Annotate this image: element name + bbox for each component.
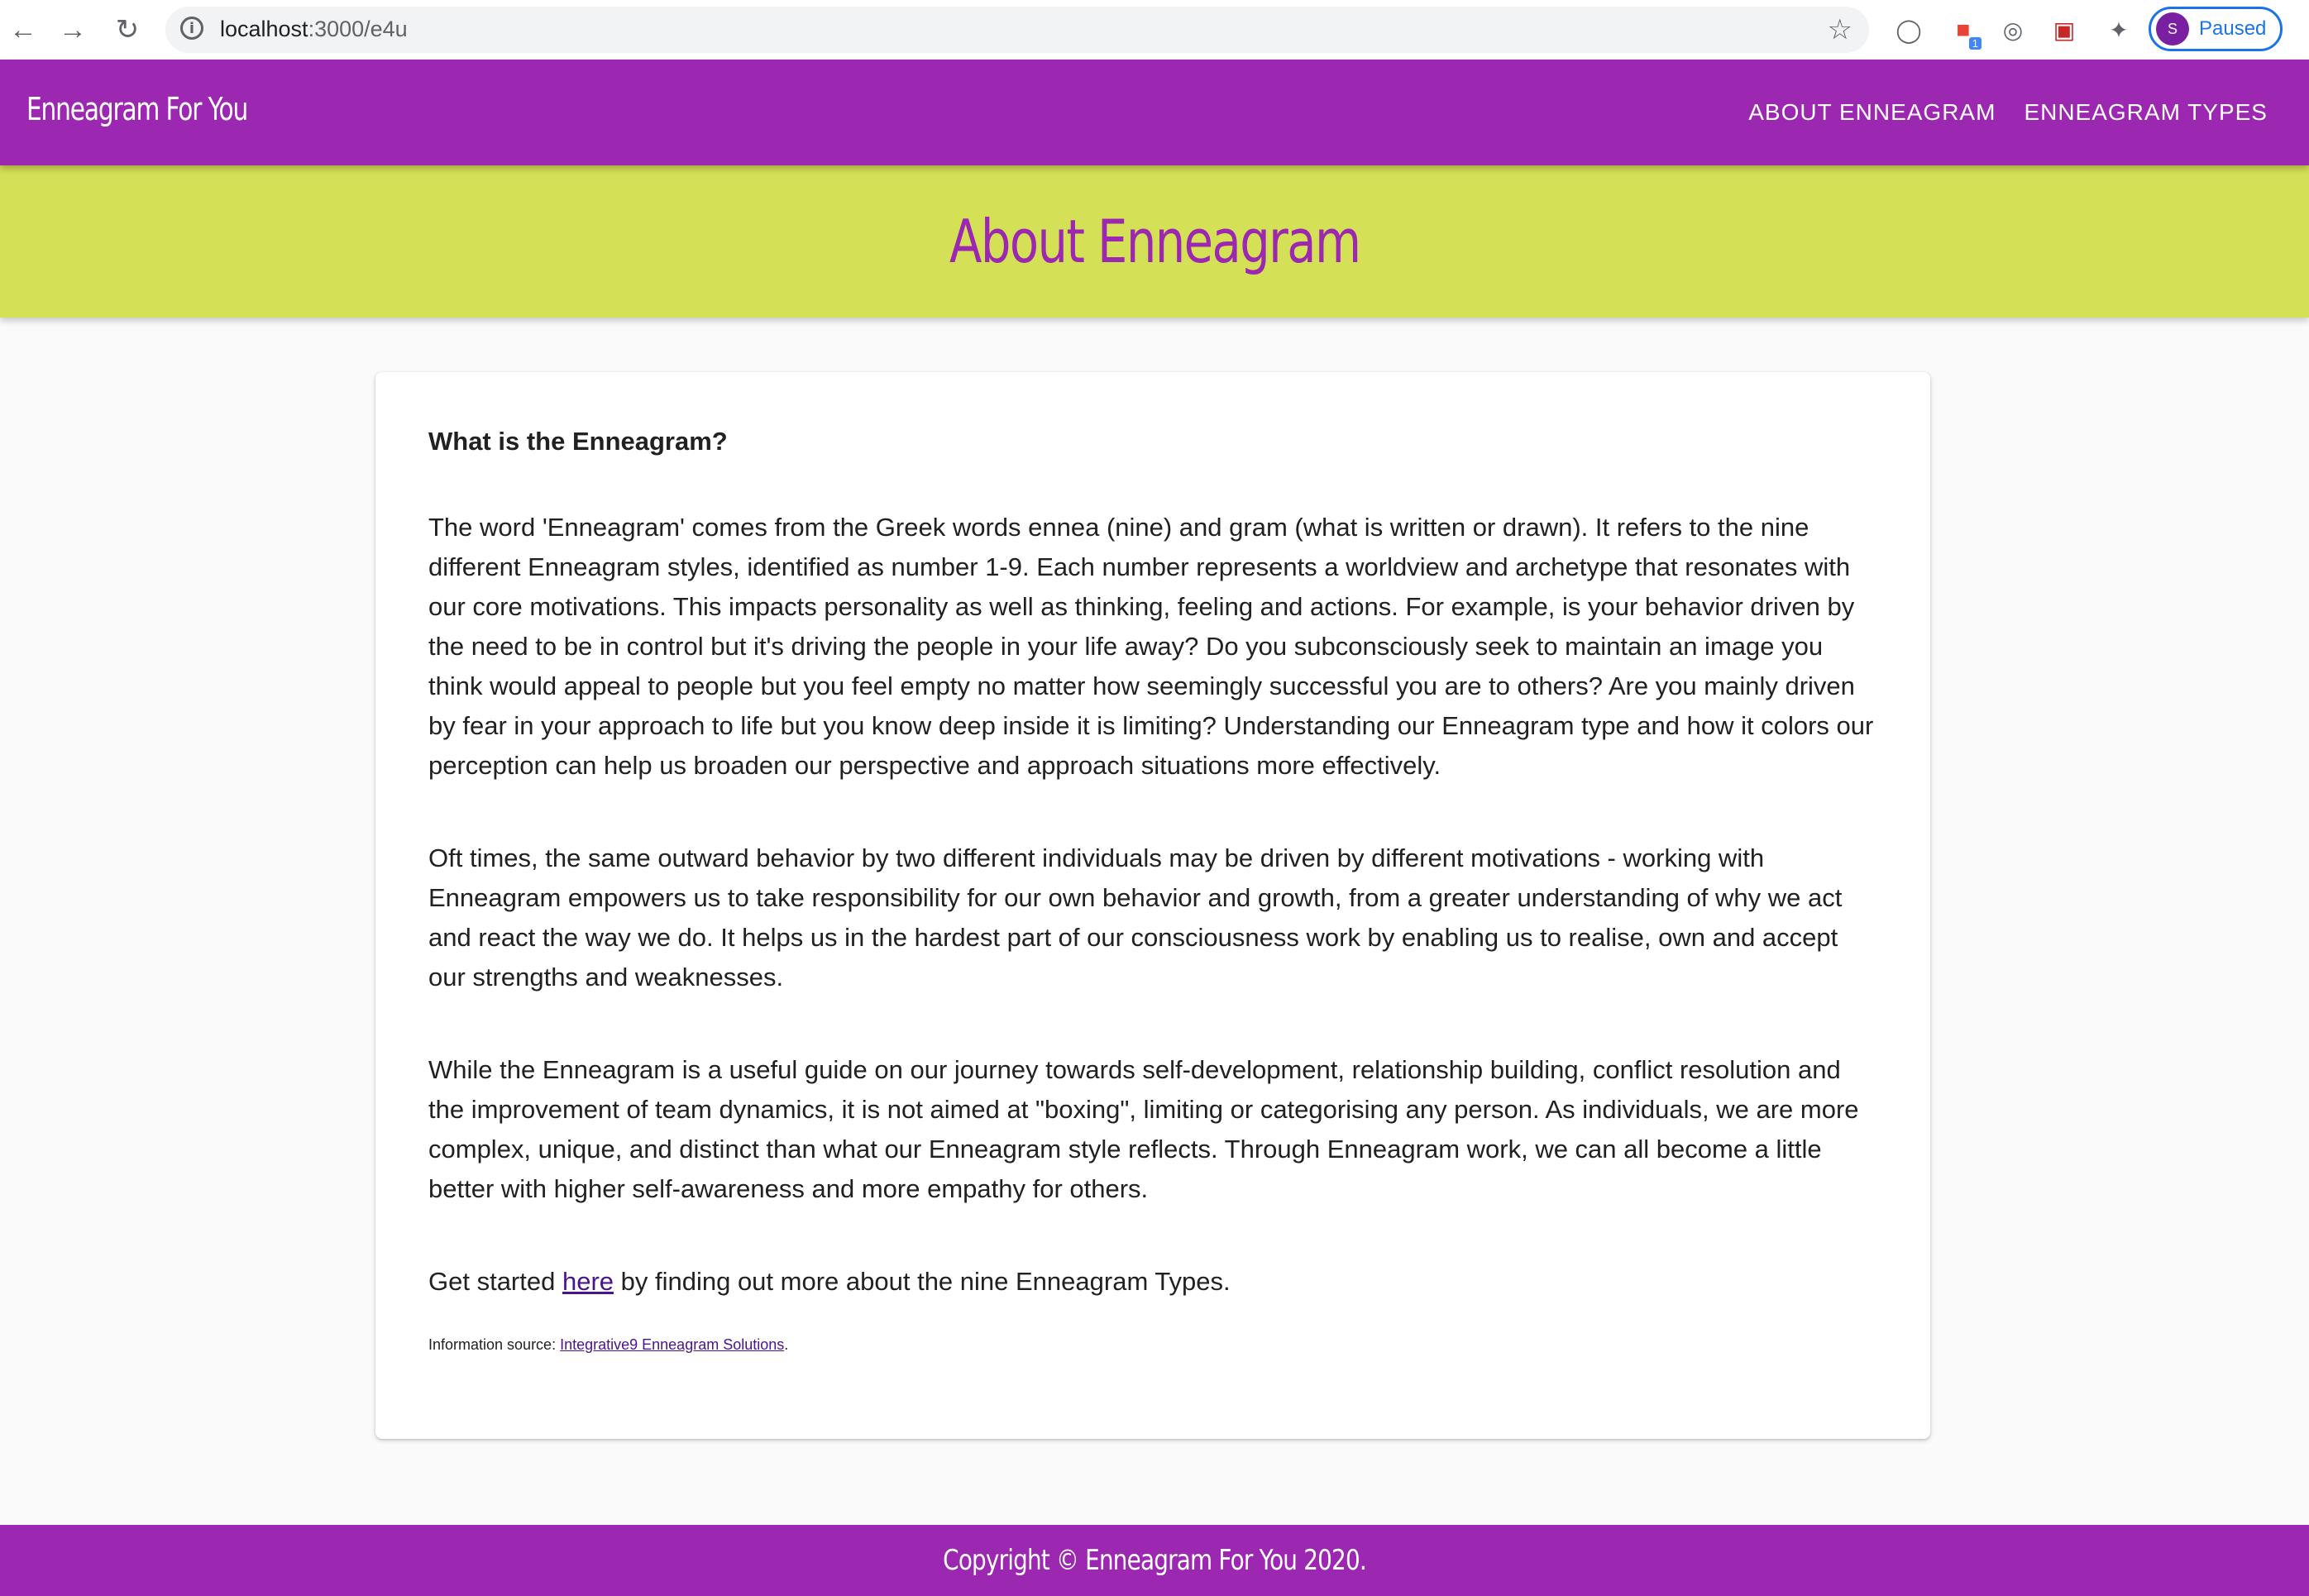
back-arrow-icon[interactable]: ← bbox=[5, 12, 41, 48]
profile-status: Paused bbox=[2199, 17, 2267, 40]
profile-button[interactable]: S Paused bbox=[2149, 7, 2283, 51]
bookmark-star-icon[interactable]: ☆ bbox=[1828, 13, 1852, 46]
address-url[interactable]: localhost:3000/e4u bbox=[220, 17, 408, 42]
get-started-link[interactable]: here bbox=[562, 1267, 614, 1296]
page-footer: Copyright © Enneagram For You 2020. bbox=[0, 1525, 2309, 1596]
extensions-puzzle-icon[interactable]: ✦ bbox=[2104, 15, 2134, 45]
brand-title[interactable]: Enneagram For You bbox=[26, 91, 248, 127]
forward-arrow-icon[interactable]: → bbox=[55, 12, 91, 48]
extension-circle-icon[interactable]: ◯ bbox=[1894, 15, 1924, 45]
extension-red-icon[interactable]: ▣ bbox=[2049, 15, 2079, 45]
url-host: localhost bbox=[220, 17, 308, 41]
section-heading: What is the Enneagram? bbox=[428, 427, 728, 456]
extension-badge: 1 bbox=[1968, 37, 1982, 50]
cta-suffix: by finding out more about the nine Ennea… bbox=[614, 1267, 1231, 1296]
cta-prefix: Get started bbox=[428, 1267, 562, 1296]
address-bar[interactable]: i localhost:3000/e4u ☆ bbox=[165, 7, 1869, 53]
paragraph-origin: The word 'Enneagram' comes from the Gree… bbox=[428, 513, 1874, 780]
app-header: Enneagram For You ABOUT ENNEAGRAM ENNEAG… bbox=[0, 60, 2309, 165]
source-suffix: . bbox=[784, 1336, 789, 1353]
get-started-text: Get started here by finding out more abo… bbox=[428, 1262, 1877, 1302]
hero-banner: About Enneagram bbox=[0, 165, 2309, 318]
site-info-icon[interactable]: i bbox=[180, 17, 203, 40]
main-nav: ABOUT ENNEAGRAM ENNEAGRAM TYPES bbox=[1748, 99, 2268, 126]
reload-icon[interactable]: ↻ bbox=[109, 12, 146, 48]
paragraph-motivations: Oft times, the same outward behavior by … bbox=[428, 843, 1843, 992]
source-link[interactable]: Integrative9 Enneagram Solutions bbox=[560, 1336, 784, 1353]
source-note: Information source: Integrative9 Enneagr… bbox=[428, 1333, 1877, 1356]
url-path: :3000/e4u bbox=[308, 17, 408, 41]
avatar: S bbox=[2156, 12, 2189, 45]
nav-about-enneagram[interactable]: ABOUT ENNEAGRAM bbox=[1748, 99, 1996, 126]
copyright-text: Copyright © Enneagram For You 2020. bbox=[943, 1544, 1367, 1577]
content-card: What is the Enneagram? The word 'Enneagr… bbox=[375, 372, 1930, 1439]
page-title: About Enneagram bbox=[949, 207, 1361, 276]
source-prefix: Information source: bbox=[428, 1336, 561, 1353]
extension-code-icon[interactable]: ◎ bbox=[1998, 15, 2028, 45]
extension-tracker-icon[interactable]: ■ 1 bbox=[1948, 15, 1982, 50]
browser-toolbar: ← → ↻ i localhost:3000/e4u ☆ ◯ ■ 1 ◎ ▣ ✦ … bbox=[0, 0, 2309, 60]
nav-enneagram-types[interactable]: ENNEAGRAM TYPES bbox=[2024, 99, 2268, 126]
paragraph-purpose: While the Enneagram is a useful guide on… bbox=[428, 1055, 1859, 1203]
